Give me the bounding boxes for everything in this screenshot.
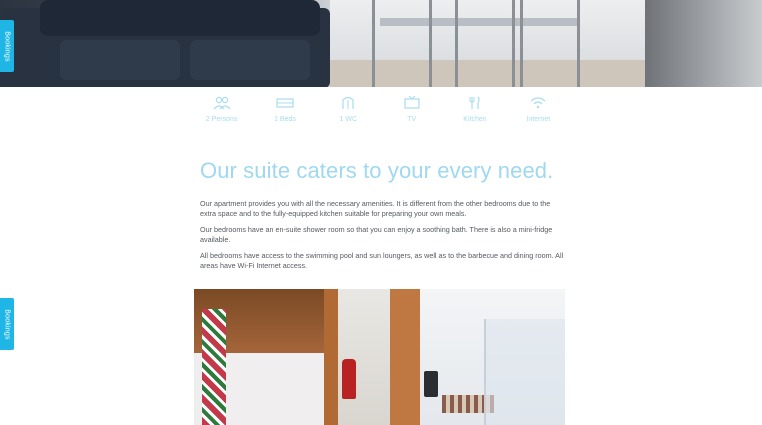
hallway xyxy=(338,289,390,425)
sofa-cushion xyxy=(190,40,310,80)
amenity-persons: 2 Persons xyxy=(190,96,253,126)
curtain xyxy=(202,309,226,425)
amenity-label: 1 Beds xyxy=(274,116,296,123)
section-title: Our suite caters to your every need. xyxy=(200,158,554,183)
wifi-icon xyxy=(507,96,570,112)
amenity-wc: 1 WC xyxy=(317,96,380,126)
amenity-label: Internet xyxy=(526,116,551,123)
description-paragraph: All bedrooms have access to the swimming… xyxy=(200,251,564,270)
amenity-kitchen: Kitchen xyxy=(443,96,506,126)
amenity-internet: Internet xyxy=(507,96,570,126)
shower-glass xyxy=(484,319,565,425)
persons-icon xyxy=(190,96,253,112)
amenity-label: TV xyxy=(407,116,417,123)
room-gallery-image[interactable] xyxy=(194,289,565,425)
chair xyxy=(455,0,515,87)
bookings-tab-label: Bookings xyxy=(3,308,11,340)
chair xyxy=(520,0,580,87)
description-paragraph: Our bedrooms have an en-suite shower roo… xyxy=(200,225,553,244)
amenity-beds: 1 Beds xyxy=(253,96,316,126)
amenity-label: 2 Persons xyxy=(205,116,238,123)
bedroom-area xyxy=(226,353,326,425)
kitchen-icon xyxy=(443,96,506,112)
amenity-tv: TV xyxy=(380,95,443,126)
fire-extinguisher xyxy=(342,359,356,399)
chair xyxy=(372,0,432,87)
bathroom-icon xyxy=(317,96,380,112)
hero-right-edge xyxy=(645,0,762,87)
bookings-tab-label: Bookings xyxy=(3,30,11,62)
bookings-tab-top[interactable]: Bookings xyxy=(0,20,14,72)
tv-icon xyxy=(380,95,443,112)
door-frame xyxy=(390,289,420,425)
sofa-cushion xyxy=(60,40,180,80)
amenities-row: 2 Persons 1 Beds 1 WC TV Kitchen Interne… xyxy=(190,95,570,126)
description-paragraph: Our apartment provides you with all the … xyxy=(200,199,551,218)
sofa-back xyxy=(40,0,320,36)
soap-dispenser xyxy=(424,371,438,397)
door-frame xyxy=(324,289,338,425)
hero-image xyxy=(0,0,762,87)
amenity-label: Kitchen xyxy=(463,116,487,123)
bed-icon xyxy=(253,96,316,112)
bookings-tab-bottom[interactable]: Bookings xyxy=(0,298,14,350)
amenity-label: 1 WC xyxy=(339,116,358,123)
